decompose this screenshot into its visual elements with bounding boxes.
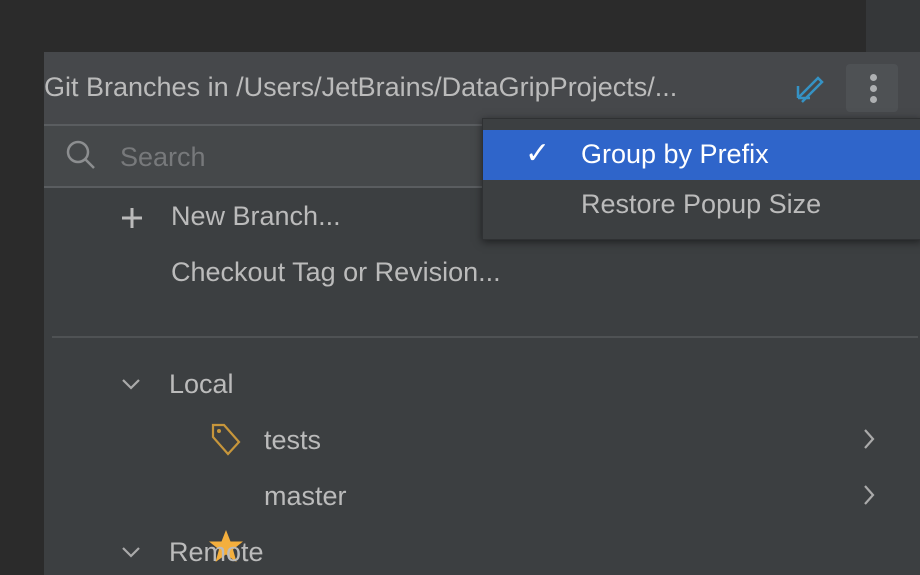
checkout-tag-action[interactable]: Checkout Tag or Revision... <box>171 257 501 288</box>
branch-tests[interactable]: tests <box>264 425 321 456</box>
menu-item-group-by-prefix[interactable]: ✓ Group by Prefix <box>483 130 920 180</box>
search-input[interactable] <box>118 136 502 178</box>
menu-item-restore-popup-size[interactable]: Restore Popup Size <box>483 180 920 230</box>
pin-icon[interactable] <box>790 72 824 106</box>
group-local[interactable]: Local <box>169 369 234 400</box>
plus-icon <box>122 208 142 228</box>
group-remote[interactable]: Remote <box>169 537 264 568</box>
chevron-right-icon[interactable] <box>858 484 880 506</box>
popup-title: Git Branches in /Users/JetBrains/DataGri… <box>44 72 678 102</box>
checkmark-icon: ✓ <box>525 137 551 170</box>
chevron-down-icon[interactable] <box>120 373 142 395</box>
branch-master[interactable]: master <box>264 481 347 512</box>
popup-header[interactable]: Git Branches in /Users/JetBrains/DataGri… <box>44 52 920 126</box>
dot-icon <box>870 85 877 92</box>
options-menu: ✓ Group by Prefix Restore Popup Size <box>482 118 920 240</box>
divider <box>52 336 918 338</box>
new-branch-action[interactable]: New Branch... <box>171 201 341 232</box>
tag-icon <box>211 423 241 456</box>
chevron-right-icon[interactable] <box>858 428 880 450</box>
dot-icon <box>870 96 877 103</box>
menu-item-label: Restore Popup Size <box>581 189 822 219</box>
chevron-down-icon[interactable] <box>120 541 142 563</box>
background-strip <box>866 0 920 52</box>
menu-item-label: Group by Prefix <box>581 139 769 169</box>
dot-icon <box>870 74 877 81</box>
search-icon <box>66 140 95 169</box>
more-options-button[interactable] <box>846 64 898 112</box>
